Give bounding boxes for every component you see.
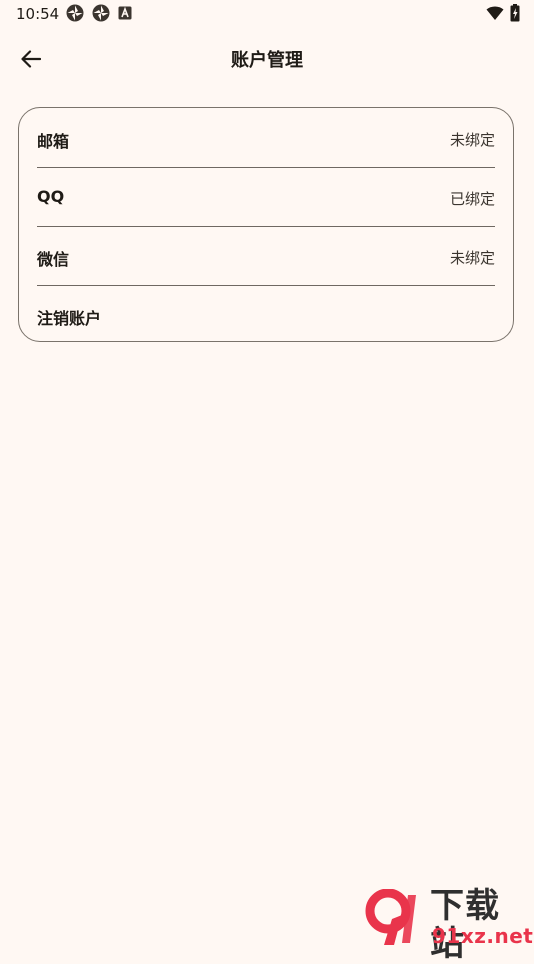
status-notification-icons (66, 4, 132, 22)
qq-label: QQ (37, 187, 65, 206)
wechat-label: 微信 (37, 250, 70, 269)
account-settings-card: 邮箱 未绑定 QQ 已绑定 微信 未绑定 注销账户 (18, 107, 514, 342)
email-label: 邮箱 (37, 132, 70, 151)
watermark-domain: 91xz.net (432, 924, 534, 948)
delete-account-label: 注销账户 (37, 309, 102, 328)
wechat-binding-status: 未绑定 (449, 249, 495, 267)
qq-binding-status: 已绑定 (449, 190, 495, 208)
status-system-icons (486, 4, 520, 22)
site-watermark: 下载站 91xz.net (360, 885, 534, 963)
delete-account-row[interactable]: 注销账户 (37, 285, 495, 344)
watermark-logo-icon (364, 888, 424, 951)
status-time: 10:54 (16, 5, 60, 23)
photos-pinwheel-icon (92, 4, 110, 22)
photos-pinwheel-icon (66, 4, 84, 22)
wifi-icon (486, 5, 504, 21)
app-a-icon (118, 6, 132, 20)
wechat-binding-row[interactable]: 微信 未绑定 (37, 226, 495, 286)
status-bar: 10:54 (0, 0, 534, 28)
app-bar: 账户管理 (0, 30, 534, 86)
qq-binding-row[interactable]: QQ 已绑定 (37, 167, 495, 227)
email-binding-status: 未绑定 (449, 131, 495, 149)
page-title: 账户管理 (231, 50, 303, 71)
battery-charging-icon (510, 4, 520, 22)
email-binding-row[interactable]: 邮箱 未绑定 (37, 108, 495, 168)
